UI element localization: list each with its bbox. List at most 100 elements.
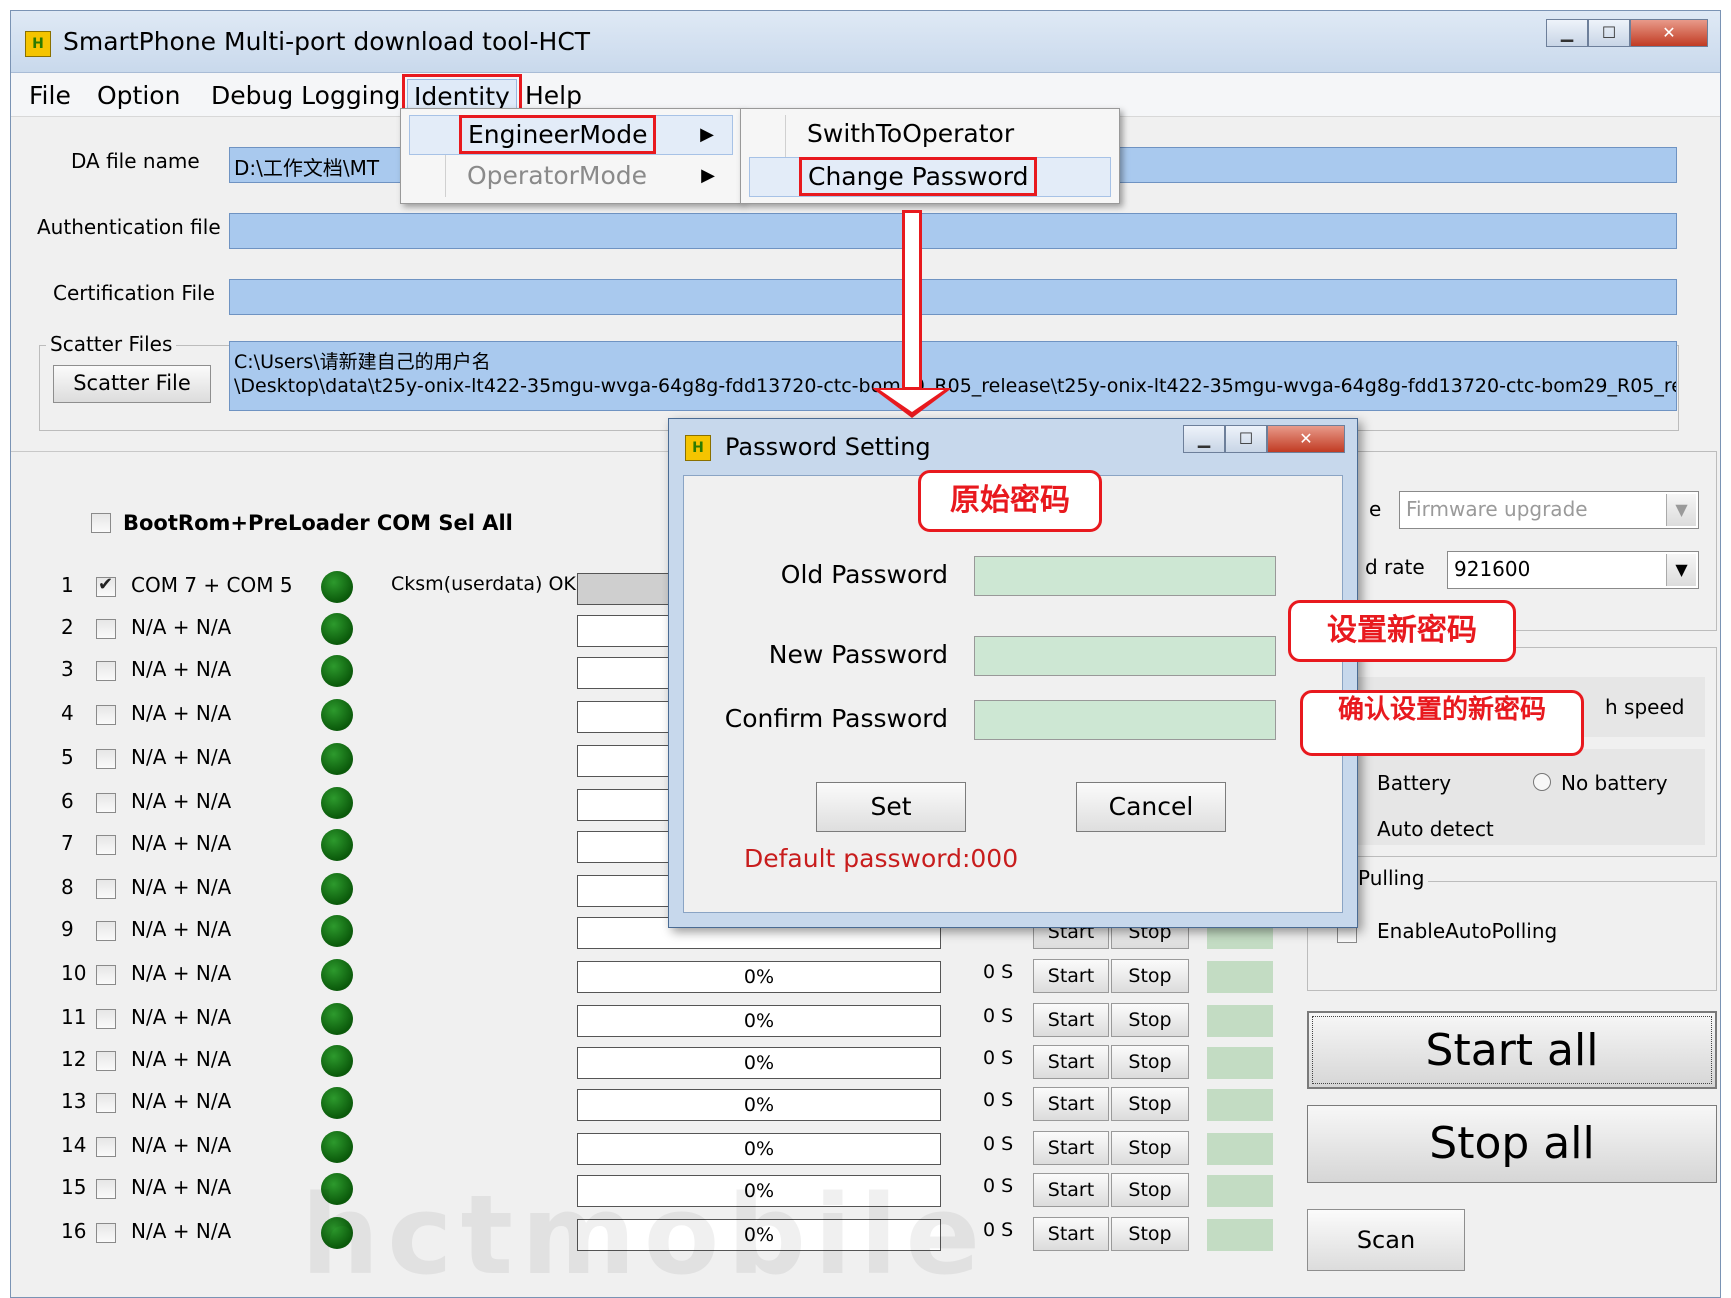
port-start-button[interactable]: Start: [1033, 1131, 1109, 1165]
port-start-button[interactable]: Start: [1033, 1003, 1109, 1037]
port-start-button[interactable]: Start: [1033, 959, 1109, 993]
menu-change-password[interactable]: Change Password: [749, 157, 1111, 197]
port-number: 15: [61, 1175, 87, 1199]
change-password-label: Change Password: [798, 157, 1038, 196]
port-checkbox[interactable]: [96, 1051, 116, 1071]
status-led-icon: [321, 613, 353, 645]
port-checkbox[interactable]: [96, 705, 116, 725]
port-checkbox[interactable]: [96, 879, 116, 899]
port-start-button[interactable]: Start: [1033, 1045, 1109, 1079]
port-result-cell: [1207, 1047, 1273, 1079]
port-status: Cksm(userdata) OK: [391, 573, 576, 595]
set-button[interactable]: Set: [816, 782, 966, 832]
menu-operator-mode[interactable]: OperatorMode ▶: [409, 157, 733, 197]
annotation-arrow: [902, 210, 922, 390]
menu-option[interactable]: Option: [91, 79, 186, 112]
callout-old-password: 原始密码: [918, 470, 1102, 532]
type-combo-value: Firmware upgrade: [1406, 497, 1588, 521]
da-file-label: DA file name: [71, 149, 200, 173]
cancel-button[interactable]: Cancel: [1076, 782, 1226, 832]
port-number: 7: [61, 831, 74, 855]
progress-bar: 0%: [577, 961, 941, 993]
port-com: N/A + N/A: [131, 831, 232, 855]
new-password-input[interactable]: [974, 636, 1276, 676]
minimize-button[interactable]: ▁: [1183, 425, 1225, 453]
port-checkbox[interactable]: [96, 574, 116, 597]
start-all-button[interactable]: Start all: [1307, 1011, 1717, 1089]
minimize-button[interactable]: ▁: [1546, 19, 1588, 47]
sel-all-checkbox[interactable]: [91, 513, 111, 533]
port-com: N/A + N/A: [131, 1089, 232, 1113]
port-stop-button[interactable]: Stop: [1111, 1087, 1189, 1121]
menu-debug-logging[interactable]: Debug Logging: [205, 79, 406, 112]
port-number: 8: [61, 875, 74, 899]
port-stop-button[interactable]: Stop: [1111, 1003, 1189, 1037]
port-number: 6: [61, 789, 74, 813]
port-checkbox[interactable]: [96, 793, 116, 813]
type-combo[interactable]: Firmware upgrade ▼: [1399, 491, 1699, 529]
port-stop-button[interactable]: Stop: [1111, 1217, 1189, 1251]
port-checkbox[interactable]: [96, 835, 116, 855]
type-label: e: [1369, 497, 1382, 521]
port-checkbox[interactable]: [96, 1179, 116, 1199]
status-led-icon: [321, 699, 353, 731]
port-row: 13 N/A + N/A 0% 0 S Start Stop: [21, 1085, 1311, 1123]
port-row: 11 N/A + N/A 0% 0 S Start Stop: [21, 1001, 1311, 1039]
port-start-button[interactable]: Start: [1033, 1087, 1109, 1121]
engineer-mode-label: EngineerMode: [458, 115, 657, 154]
status-led-icon: [321, 1131, 353, 1163]
port-checkbox[interactable]: [96, 749, 116, 769]
port-start-button[interactable]: Start: [1033, 1217, 1109, 1251]
port-checkbox[interactable]: [96, 921, 116, 941]
maximize-button[interactable]: ☐: [1225, 425, 1267, 453]
menu-engineer-mode[interactable]: EngineerMode ▶: [409, 115, 733, 155]
port-start-button[interactable]: Start: [1033, 1173, 1109, 1207]
status-led-icon: [321, 1003, 353, 1035]
port-com: N/A + N/A: [131, 615, 232, 639]
right-panel: e Firmware upgrade ▼ d rate 921600 ▼ h s…: [1307, 451, 1717, 1296]
port-checkbox[interactable]: [96, 619, 116, 639]
cert-file-field[interactable]: [229, 279, 1677, 315]
maximize-button[interactable]: ☐: [1588, 19, 1630, 47]
port-number: 5: [61, 745, 74, 769]
port-checkbox[interactable]: [96, 661, 116, 681]
confirm-password-input[interactable]: [974, 700, 1276, 740]
port-checkbox[interactable]: [96, 965, 116, 985]
port-result-cell: [1207, 1219, 1273, 1251]
scatter-file-button[interactable]: Scatter File: [53, 365, 211, 403]
progress-bar: 0%: [577, 1047, 941, 1079]
no-battery-radio[interactable]: [1533, 773, 1551, 791]
old-password-input[interactable]: [974, 556, 1276, 596]
port-number: 4: [61, 701, 74, 725]
port-com: N/A + N/A: [131, 1175, 232, 1199]
port-checkbox[interactable]: [96, 1093, 116, 1113]
window-controls: ▁ ☐ ✕: [1546, 19, 1708, 47]
menu-file[interactable]: File: [23, 79, 77, 112]
port-number: 16: [61, 1219, 87, 1243]
port-stop-button[interactable]: Stop: [1111, 1131, 1189, 1165]
port-checkbox[interactable]: [96, 1009, 116, 1029]
close-button[interactable]: ✕: [1267, 425, 1345, 453]
status-led-icon: [321, 1045, 353, 1077]
app-icon: H: [25, 31, 51, 57]
port-time: 0 S: [983, 1047, 1014, 1069]
port-time: 0 S: [983, 961, 1014, 983]
scan-button[interactable]: Scan: [1307, 1209, 1465, 1271]
auth-file-field[interactable]: [229, 213, 1677, 249]
menu-switch-to-operator[interactable]: SwithToOperator: [749, 115, 1111, 155]
port-stop-button[interactable]: Stop: [1111, 1045, 1189, 1079]
submenu-arrow-icon: ▶: [700, 124, 714, 145]
port-stop-button[interactable]: Stop: [1111, 1173, 1189, 1207]
scatter-path-field[interactable]: C:\Users\请新建自己的用户名 \Desktop\data\t25y-on…: [229, 341, 1677, 411]
port-number: 9: [61, 917, 74, 941]
stop-all-button[interactable]: Stop all: [1307, 1105, 1717, 1183]
sel-all[interactable]: BootRom+PreLoader COM Sel All: [91, 511, 513, 535]
port-checkbox[interactable]: [96, 1137, 116, 1157]
close-button[interactable]: ✕: [1630, 19, 1708, 47]
port-stop-button[interactable]: Stop: [1111, 959, 1189, 993]
baud-combo[interactable]: 921600 ▼: [1447, 551, 1699, 589]
status-led-icon: [321, 787, 353, 819]
port-checkbox[interactable]: [96, 1223, 116, 1243]
port-result-cell: [1207, 1089, 1273, 1121]
status-led-icon: [321, 915, 353, 947]
